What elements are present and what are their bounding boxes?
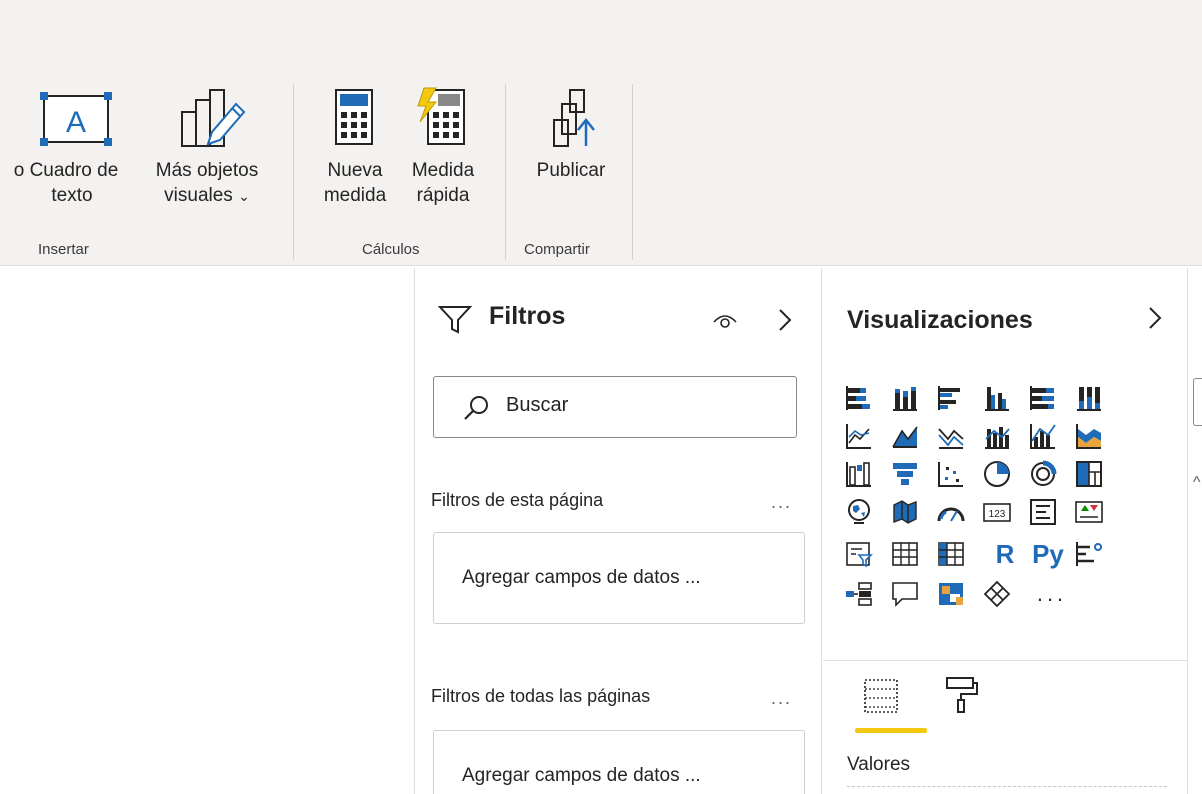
- this-page-drop-well[interactable]: Agregar campos de datos ...: [433, 532, 805, 624]
- group-separator: [632, 84, 633, 260]
- stacked-area-chart-icon[interactable]: [933, 418, 969, 454]
- add-fields-placeholder: Agregar campos de datos ...: [462, 765, 701, 786]
- qa-visual-icon[interactable]: [887, 576, 923, 612]
- group-label-calculos: Cálculos: [362, 241, 420, 258]
- card-icon[interactable]: 123: [979, 494, 1015, 530]
- collapse-filters-chevron-icon[interactable]: [775, 306, 795, 339]
- visualizations-pane: Visualizaciones 123 R Py ... Valores: [823, 268, 1188, 794]
- key-influencers-icon[interactable]: [1071, 536, 1107, 572]
- clustered-bar-chart-icon[interactable]: [933, 380, 969, 416]
- pie-chart-icon[interactable]: [979, 456, 1015, 492]
- waterfall-chart-icon[interactable]: [841, 456, 877, 492]
- text-box-icon: A: [0, 86, 134, 150]
- map-icon[interactable]: [841, 494, 877, 530]
- get-more-visuals-button[interactable]: ...: [1027, 576, 1077, 612]
- python-visual-label: Py: [1032, 538, 1064, 569]
- fields-search-input-edge[interactable]: [1193, 378, 1202, 426]
- line-and-stacked-column-chart-icon[interactable]: [979, 418, 1015, 454]
- add-fields-placeholder: Agregar campos de datos ...: [462, 567, 701, 588]
- visualizations-divider: [823, 660, 1188, 661]
- paint-roller-icon[interactable]: [941, 672, 981, 721]
- quick-measure-label-2: rápida: [416, 185, 470, 206]
- fields-tab-active-indicator: [855, 728, 927, 733]
- slicer-icon[interactable]: [841, 536, 877, 572]
- 100-stacked-bar-chart-icon[interactable]: [1025, 380, 1061, 416]
- stacked-bar-chart-icon[interactable]: [841, 380, 877, 416]
- more-visuals-label-2: visuales: [164, 185, 233, 206]
- group-separator: [293, 84, 294, 260]
- quick-measure-icon: [398, 86, 488, 150]
- chevron-down-icon: ⌄: [238, 188, 250, 204]
- collapse-visualizations-chevron-icon[interactable]: [1145, 304, 1165, 337]
- cut-off-prefix: o: [13, 160, 25, 181]
- 100-stacked-column-chart-icon[interactable]: [1071, 380, 1107, 416]
- quick-measure-label-1: Medida: [411, 160, 475, 181]
- more-visuals-icon: [140, 86, 274, 150]
- visualizations-title: Visualizaciones: [847, 306, 1033, 334]
- fields-tab-icon[interactable]: [861, 676, 901, 721]
- filters-pane: Filtros Buscar Filtros de esta página ..…: [414, 268, 822, 794]
- decomposition-tree-icon[interactable]: [841, 576, 877, 612]
- r-script-visual-label: R: [995, 538, 1015, 569]
- group-label-compartir: Compartir: [524, 241, 590, 258]
- group-label-insertar: Insertar: [38, 241, 89, 258]
- more-visuals-label-1: Más objetos: [155, 160, 259, 181]
- filters-search-input[interactable]: Buscar: [433, 376, 797, 438]
- more-options-icon[interactable]: ...: [771, 492, 792, 513]
- text-box-label-2: texto: [51, 185, 93, 206]
- donut-chart-icon[interactable]: [1025, 456, 1061, 492]
- new-measure-label-1: Nueva: [327, 160, 383, 181]
- chevron-up-icon[interactable]: ^: [1193, 474, 1201, 492]
- filter-icon: [437, 304, 473, 341]
- table-icon[interactable]: [887, 536, 923, 572]
- filters-all-pages-heading: Filtros de todas las páginas: [431, 686, 651, 706]
- values-drop-well[interactable]: [847, 786, 1167, 787]
- kpi-icon[interactable]: [1071, 494, 1107, 530]
- svg-text:A: A: [66, 106, 86, 139]
- stacked-column-chart-icon[interactable]: [887, 380, 923, 416]
- filters-this-page-heading: Filtros de esta página: [431, 490, 604, 510]
- all-pages-drop-well[interactable]: Agregar campos de datos ...: [433, 730, 805, 794]
- search-placeholder: Buscar: [506, 394, 569, 416]
- python-visual-button[interactable]: Py: [1021, 532, 1075, 576]
- matrix-icon[interactable]: [933, 536, 969, 572]
- funnel-chart-icon[interactable]: [887, 456, 923, 492]
- eye-icon[interactable]: [711, 308, 739, 337]
- scatter-chart-icon[interactable]: [933, 456, 969, 492]
- card-icon-number: 123: [989, 509, 1006, 520]
- calculator-icon: [312, 86, 398, 150]
- more-dots-label: ...: [1036, 581, 1068, 606]
- ribbon: A o Cuadro de texto Más objetos visuales…: [0, 0, 1202, 266]
- publish-icon: [516, 86, 626, 150]
- treemap-icon[interactable]: [1071, 456, 1107, 492]
- new-measure-label-2: medida: [323, 185, 387, 206]
- smart-narrative-icon[interactable]: [933, 576, 969, 612]
- gauge-icon[interactable]: [933, 494, 969, 530]
- area-chart-icon[interactable]: [887, 418, 923, 454]
- filled-map-icon[interactable]: [887, 494, 923, 530]
- clustered-column-chart-icon[interactable]: [979, 380, 1015, 416]
- publish-label: Publicar: [536, 160, 606, 181]
- ribbon-chart-icon[interactable]: [1071, 418, 1107, 454]
- power-apps-icon[interactable]: [979, 576, 1015, 612]
- line-chart-icon[interactable]: [841, 418, 877, 454]
- text-box-label-1: Cuadro de: [29, 160, 119, 181]
- line-and-clustered-column-chart-icon[interactable]: [1025, 418, 1061, 454]
- search-icon: [462, 393, 492, 428]
- multi-row-card-icon[interactable]: [1025, 494, 1061, 530]
- values-heading: Valores: [847, 754, 911, 775]
- group-separator: [505, 84, 506, 260]
- more-options-icon[interactable]: ...: [771, 688, 792, 709]
- fields-pane-edge: ^: [1189, 268, 1202, 794]
- filters-title: Filtros: [489, 302, 566, 330]
